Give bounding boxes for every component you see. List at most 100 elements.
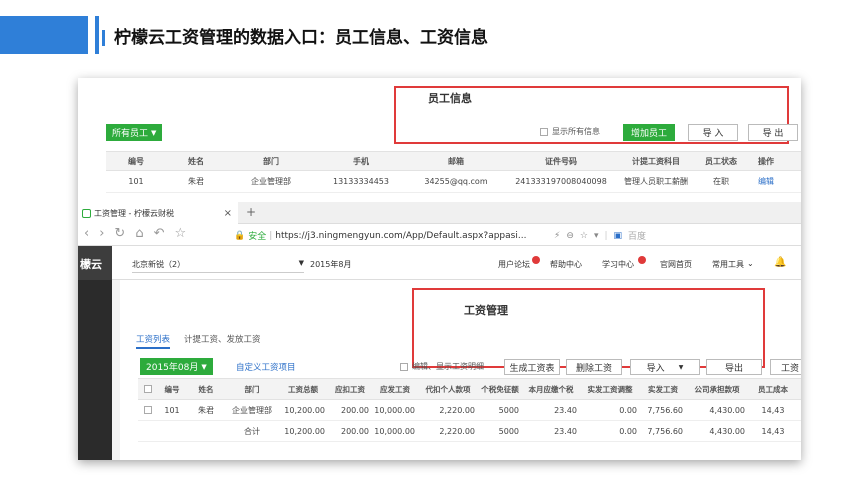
nav-tools[interactable]: 常用工具 ⌄ bbox=[712, 259, 754, 270]
more-salary-button[interactable]: 工资 bbox=[770, 359, 801, 375]
col-header: 姓名 bbox=[198, 384, 214, 394]
notification-dot bbox=[638, 256, 646, 264]
nav-learning[interactable]: 学习中心 bbox=[602, 259, 634, 270]
search-engine-label[interactable]: 百度 bbox=[628, 229, 646, 242]
tab-salary-list[interactable]: 工资列表 bbox=[136, 333, 171, 349]
row-checkbox[interactable] bbox=[138, 400, 158, 420]
col-header: 编号 bbox=[128, 156, 144, 166]
cell-payable: 10,000.00 bbox=[374, 426, 415, 436]
nav-home[interactable]: 官网首页 bbox=[660, 259, 692, 270]
show-all-toggle[interactable]: 显示所有信息 bbox=[540, 126, 600, 137]
dropdown-icon[interactable]: ▾ bbox=[594, 231, 599, 241]
select-all-checkbox[interactable] bbox=[138, 379, 158, 399]
col-header: 员工状态 bbox=[705, 156, 737, 166]
header-accent-bar bbox=[0, 16, 88, 54]
col-header: 部门 bbox=[244, 384, 260, 394]
forward-icon[interactable]: › bbox=[99, 226, 104, 241]
tab-accrue-pay[interactable]: 计提工资、发放工资 bbox=[184, 333, 261, 345]
addr-actions: ⚡ ⊖ ☆ ▾ | ▣ 百度 bbox=[554, 229, 647, 243]
slide: 柠檬云工资管理的数据入口：员工信息、工资信息 员工信息 所有员工 ▼ 显示所有信… bbox=[0, 0, 860, 484]
browser-tab[interactable]: 工资管理 - 柠檬云财税 × bbox=[78, 202, 238, 224]
caret-down-icon: ▼ bbox=[201, 362, 207, 371]
col-header: 公司承担款项 bbox=[694, 384, 740, 394]
company-select[interactable]: 北京新锐（2） ▼ bbox=[132, 259, 304, 273]
cell-dept: 企业管理部 bbox=[251, 177, 291, 186]
slide-title: 柠檬云工资管理的数据入口：员工信息、工资信息 bbox=[114, 28, 488, 48]
add-employee-button[interactable]: 增加员工 bbox=[623, 124, 675, 141]
employee-table-header: 编号 姓名 部门 手机 邮箱 证件号码 计提工资科目 员工状态 操作 bbox=[106, 151, 801, 171]
generate-salary-button[interactable]: 生成工资表 bbox=[504, 359, 560, 375]
cell-withheld: 2,220.00 bbox=[439, 405, 475, 415]
cell-id: 101 bbox=[128, 177, 144, 186]
col-header: 应发工资 bbox=[380, 384, 410, 394]
header-accent-tick bbox=[95, 16, 99, 54]
salary-table-header: 编号 姓名 部门 工资总额 应扣工资 应发工资 代扣个人款项 个税免征额 本月应… bbox=[138, 378, 801, 400]
cell-adjust: 0.00 bbox=[619, 405, 637, 415]
edit-show-label: 编辑、显示工资明细 bbox=[412, 362, 484, 371]
new-tab-button[interactable]: + bbox=[246, 205, 256, 219]
undo-icon[interactable]: ↶ bbox=[154, 226, 165, 241]
tab-close-icon[interactable]: × bbox=[224, 208, 232, 219]
bell-icon[interactable]: 🔔 bbox=[774, 257, 786, 268]
cell-cost: 14,43 bbox=[761, 405, 785, 415]
cell-net: 7,756.60 bbox=[647, 426, 683, 436]
side-shade bbox=[112, 280, 120, 460]
col-header: 个税免征额 bbox=[481, 384, 519, 394]
month-select[interactable]: 2015年08月 ▼ bbox=[140, 358, 213, 375]
employee-filter-select[interactable]: 所有员工 ▼ bbox=[106, 124, 163, 141]
col-header: 姓名 bbox=[188, 156, 204, 166]
import-label: 导入 bbox=[646, 363, 665, 374]
col-header: 编号 bbox=[164, 384, 180, 394]
col-header: 员工成本 bbox=[758, 384, 788, 394]
screenshot-card: 员工信息 所有员工 ▼ 显示所有信息 增加员工 导 入 导 出 编号 姓名 部门… bbox=[78, 78, 801, 460]
cell-dept: 企业管理部 bbox=[232, 405, 272, 415]
cell-payable: 10,000.00 bbox=[374, 405, 415, 415]
edit-link[interactable]: 编辑 bbox=[746, 171, 786, 192]
back-icon[interactable]: ‹ bbox=[84, 226, 89, 241]
favorite-icon[interactable]: ☆ bbox=[580, 231, 588, 241]
cell-total-label: 合计 bbox=[244, 426, 260, 436]
cell-withheld: 2,220.00 bbox=[439, 426, 475, 436]
caret-down-icon: ▼ bbox=[298, 259, 304, 267]
url-field[interactable]: 🔒 安全 | https://j3.ningmengyun.com/App/De… bbox=[234, 229, 526, 243]
cell-total: 10,200.00 bbox=[284, 405, 325, 415]
star-icon[interactable]: ☆ bbox=[174, 226, 186, 241]
delete-salary-button[interactable]: 删除工资 bbox=[566, 359, 622, 375]
col-header: 部门 bbox=[263, 156, 279, 166]
checkbox-icon bbox=[540, 127, 548, 136]
custom-items-link[interactable]: 自定义工资项目 bbox=[236, 361, 296, 373]
checkbox-icon bbox=[144, 385, 152, 393]
nav-help[interactable]: 帮助中心 bbox=[550, 259, 582, 270]
import-dropdown-button[interactable]: 导入 ▼ bbox=[630, 359, 700, 375]
cell-tax: 23.40 bbox=[554, 405, 577, 415]
cell-id: 101 bbox=[164, 405, 180, 415]
table-row[interactable]: 101 朱君 企业管理部 13133334453 34255@qq.com 24… bbox=[106, 171, 801, 193]
edit-show-toggle[interactable]: 编辑、显示工资明细 bbox=[400, 361, 484, 372]
col-header: 应扣工资 bbox=[335, 384, 365, 394]
highlight-box-payroll bbox=[412, 288, 765, 368]
home-icon[interactable]: ⌂ bbox=[135, 226, 143, 241]
tab-title: 工资管理 - 柠檬云财税 bbox=[94, 208, 174, 218]
lightning-icon[interactable]: ⚡ bbox=[554, 231, 560, 241]
col-header: 工资总额 bbox=[288, 384, 318, 394]
cell-name: 朱君 bbox=[198, 405, 214, 415]
cell-adjust: 0.00 bbox=[619, 426, 637, 436]
search-engine-icon: ▣ bbox=[613, 230, 623, 241]
caret-down-icon: ▼ bbox=[678, 363, 684, 371]
cell-exempt: 5000 bbox=[498, 405, 519, 415]
lemon-favicon-icon bbox=[82, 208, 91, 218]
reload-icon[interactable]: ↻ bbox=[114, 226, 125, 241]
cell-tax: 23.40 bbox=[554, 426, 577, 436]
col-header: 手机 bbox=[353, 156, 369, 166]
cell-company: 4,430.00 bbox=[709, 405, 745, 415]
export-button[interactable]: 导 出 bbox=[748, 124, 798, 141]
table-row[interactable]: 101 朱君 企业管理部 10,200.00 200.00 10,000.00 … bbox=[138, 400, 801, 421]
zoom-icon[interactable]: ⊖ bbox=[566, 231, 574, 241]
nav-forum[interactable]: 用户论坛 bbox=[498, 259, 530, 270]
import-button[interactable]: 导 入 bbox=[688, 124, 738, 141]
col-header: 实发工资 bbox=[648, 384, 678, 394]
brand-logo: 檬云 bbox=[80, 258, 102, 271]
left-nav-body bbox=[78, 280, 112, 460]
export-salary-button[interactable]: 导出 bbox=[706, 359, 762, 375]
employee-filter-label: 所有员工 bbox=[112, 129, 149, 139]
